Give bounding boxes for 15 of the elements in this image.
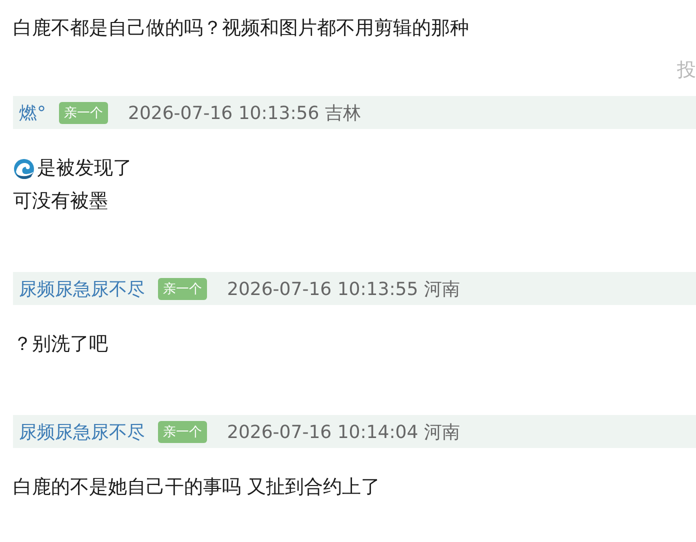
user-badge: 亲一个 (59, 102, 108, 124)
username-link[interactable]: 尿频尿急尿不尽 (19, 420, 145, 444)
timestamp: 2026-07-16 10:14:04 河南 (227, 420, 460, 444)
timestamp: 2026-07-16 10:13:55 河南 (227, 278, 460, 300)
username-link[interactable]: 尿频尿急尿不尽 (19, 276, 145, 300)
user-badge: 亲一个 (158, 278, 207, 300)
username-link[interactable]: 燃° (19, 100, 46, 124)
comment-text: 白鹿的不是她自己干的事吗 又扯到合约上了 (13, 475, 380, 500)
comment-text: ？别洗了吧 (13, 332, 108, 357)
wave-icon (13, 158, 35, 180)
comment-text: 是被发现了 (37, 156, 132, 181)
timestamp: 2026-07-16 10:13:56 吉林 (128, 102, 361, 124)
comment-text: 可没有被墨 (13, 189, 108, 214)
user-badge: 亲一个 (158, 420, 207, 442)
comment-text: 白鹿不都是自己做的吗？视频和图片都不用剪辑的那种 (13, 16, 470, 41)
